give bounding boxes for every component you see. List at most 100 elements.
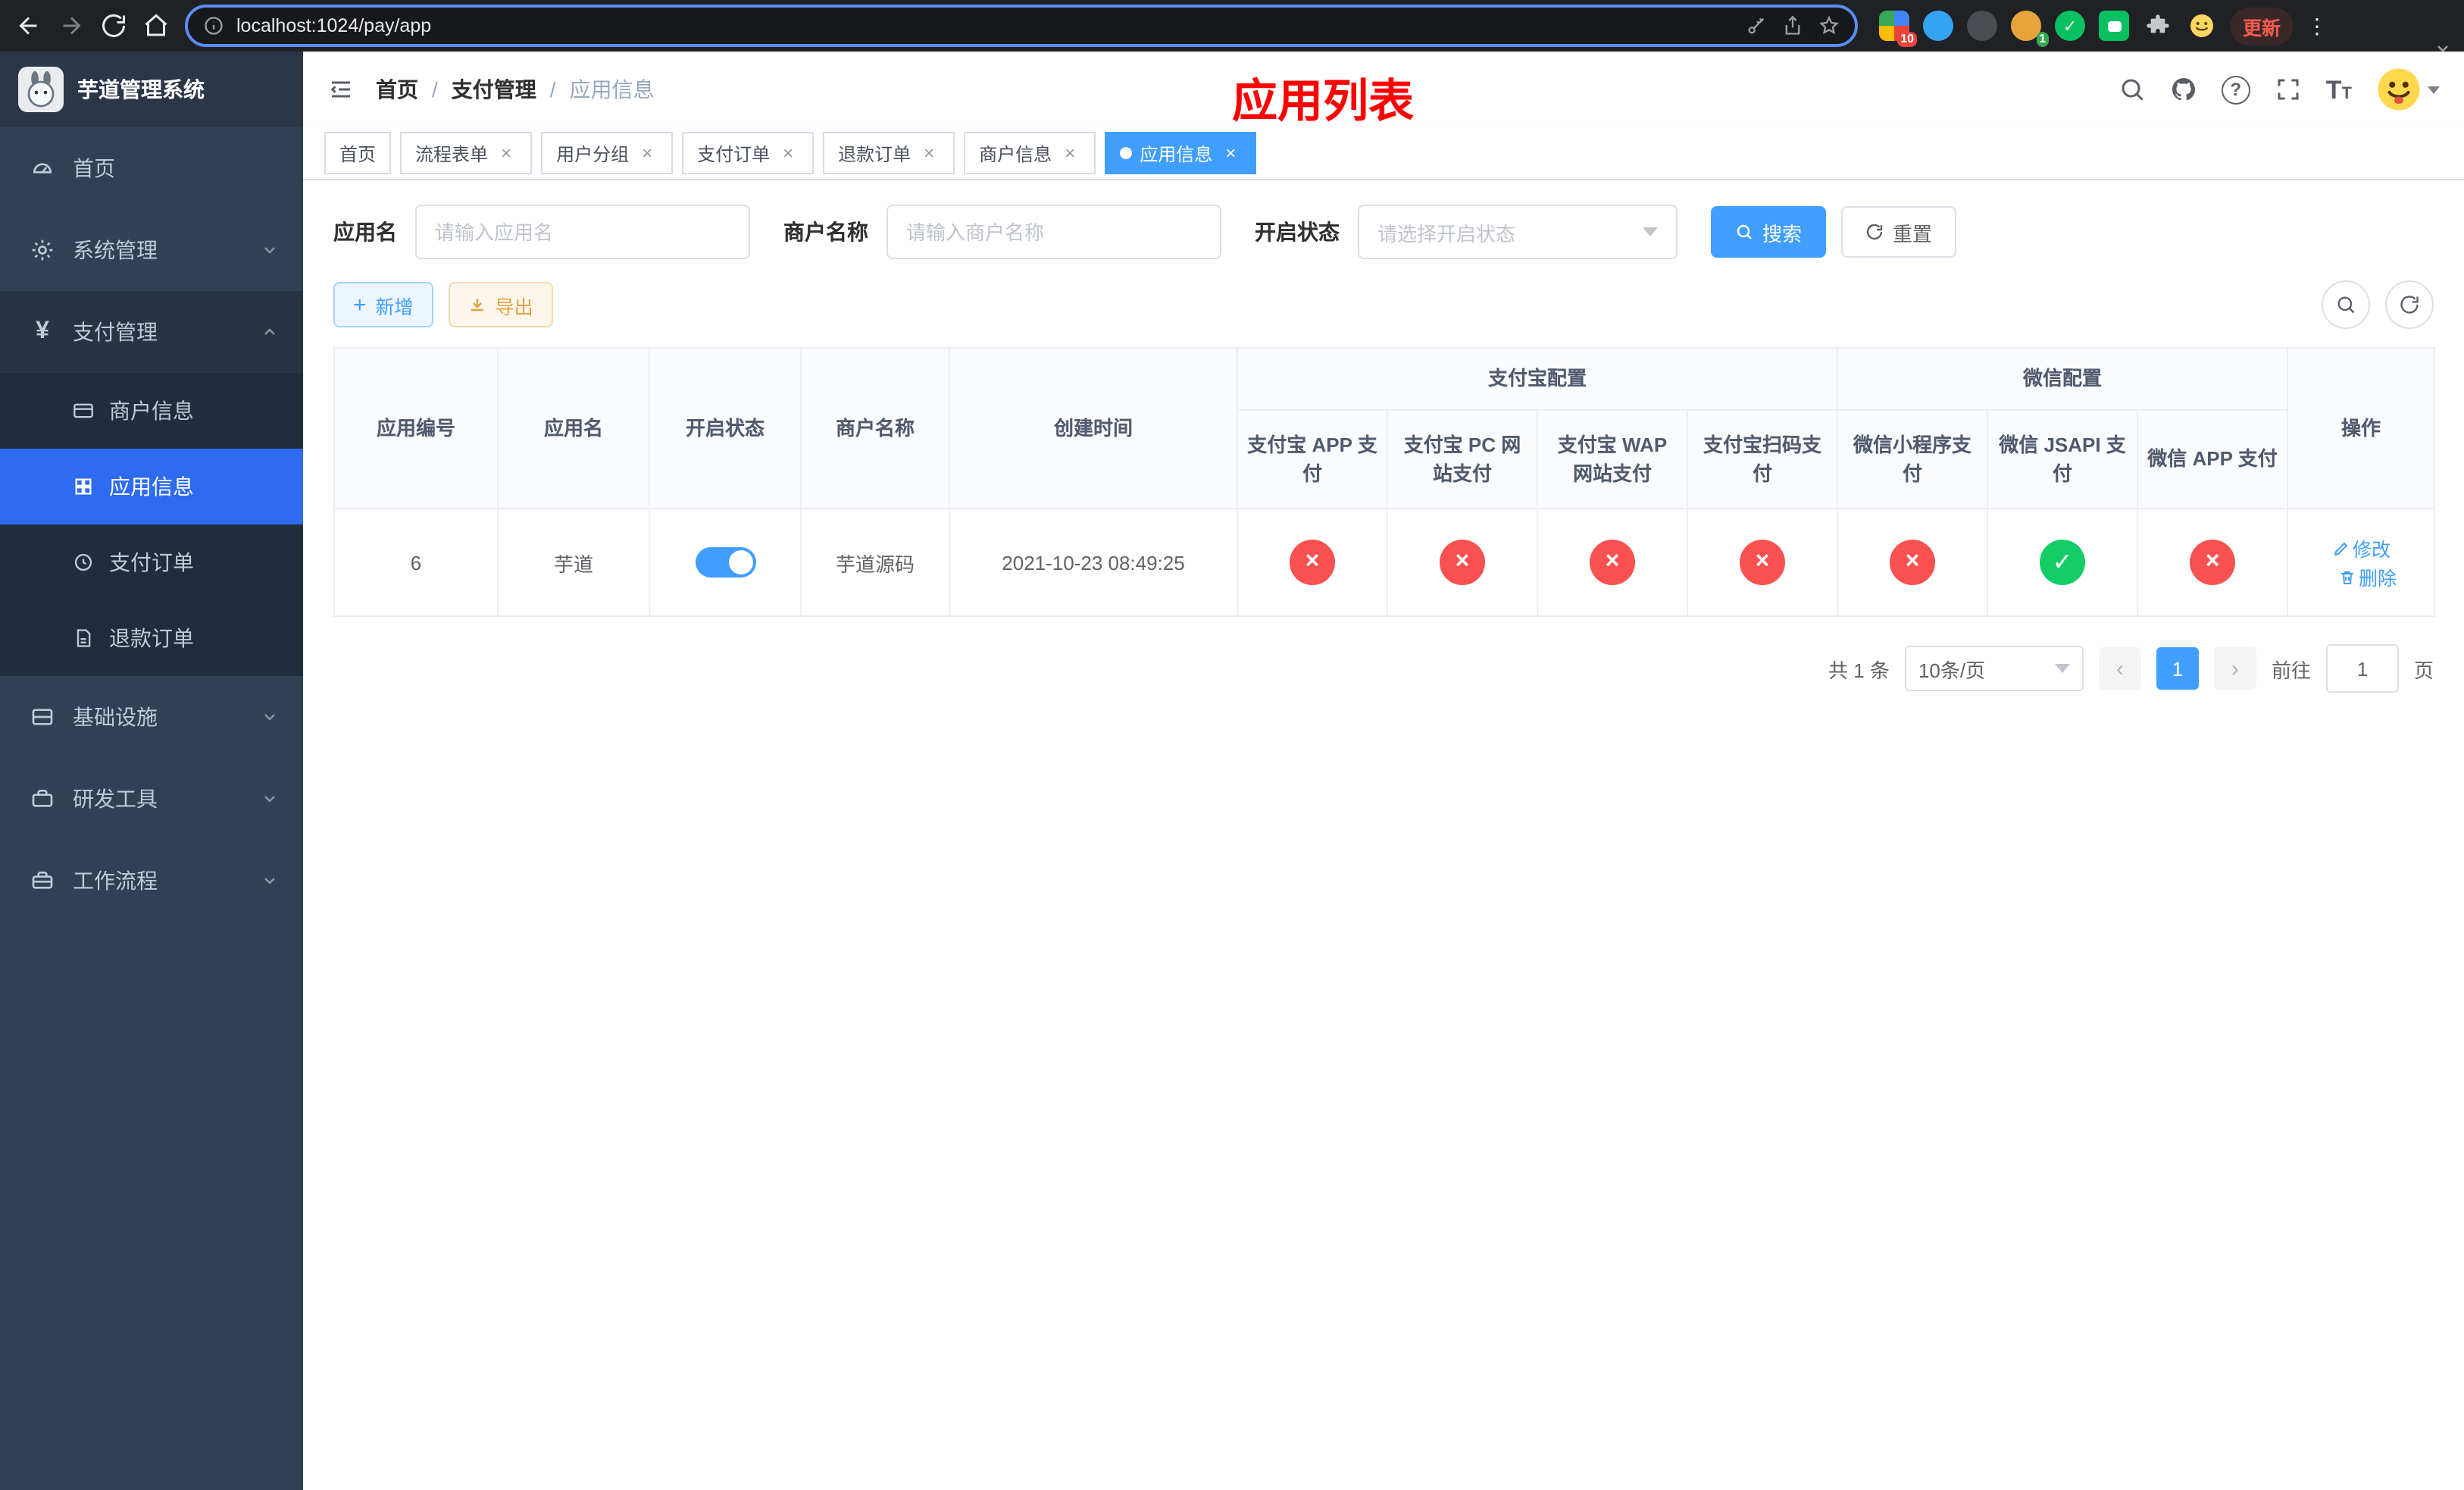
app-logo-header[interactable]: 芋道管理系统 (0, 52, 303, 127)
extension-drop-icon[interactable] (1923, 11, 1953, 41)
back-icon[interactable] (15, 12, 42, 39)
app-name-input[interactable] (415, 205, 750, 259)
delete-link[interactable]: 删除 (2337, 562, 2397, 591)
sidebar-item-infrastructure[interactable]: 基础设施 (0, 676, 303, 758)
extension-badge-green: 1 (2036, 32, 2049, 47)
col-header-created: 创建时间 (949, 347, 1238, 509)
fullscreen-icon[interactable] (2275, 76, 2302, 103)
sidebar-item-home[interactable]: 首页 (0, 127, 303, 209)
forward-icon[interactable] (58, 12, 85, 39)
status-cross-icon: × (1290, 540, 1335, 585)
close-tab-icon[interactable] (1220, 142, 1241, 164)
export-button[interactable]: 导出 (448, 282, 553, 327)
tab-refund-order[interactable]: 退款订单 (823, 132, 955, 174)
plus-icon (353, 293, 367, 316)
site-info-icon[interactable] (203, 15, 224, 36)
col-header-wechat-mini: 微信小程序支付 (1837, 409, 1989, 509)
font-size-icon[interactable] (2326, 77, 2352, 102)
tab-home[interactable]: 首页 (324, 132, 392, 174)
browser-menu-icon[interactable] (2306, 13, 2328, 39)
status-label: 开启状态 (1255, 220, 1340, 244)
tab-pay-order[interactable]: 支付订单 (682, 132, 815, 174)
sidebar-item-workflow[interactable]: 工作流程 (0, 840, 303, 922)
filter-form: 应用名 商户名称 开启状态 请选择开启状态 搜索 重置 (333, 205, 2434, 259)
share-icon[interactable] (1782, 15, 1803, 36)
home-icon[interactable] (142, 12, 170, 39)
reload-icon[interactable] (100, 12, 127, 39)
breadcrumb-payment[interactable]: 支付管理 (452, 74, 536, 105)
document-icon (73, 628, 94, 649)
sidebar-item-label: 支付订单 (109, 550, 194, 574)
tab-label: 流程表单 (415, 143, 489, 164)
close-tab-icon[interactable] (1059, 142, 1080, 164)
cell-wechat-jsapi: ✓ (1987, 508, 2139, 617)
search-button[interactable]: 搜索 (1711, 206, 1827, 258)
sidebar-item-system[interactable]: 系统管理 (0, 209, 303, 291)
puzzle-icon[interactable] (2143, 11, 2173, 41)
navbar-actions (2118, 67, 2440, 112)
status-cross-icon: × (1590, 540, 1635, 585)
export-button-label: 导出 (495, 296, 533, 318)
sidebar-item-app-info[interactable]: 应用信息 (0, 449, 303, 524)
next-page-button[interactable] (2213, 647, 2256, 690)
add-button-label: 新增 (375, 296, 414, 318)
tab-label: 支付订单 (697, 143, 771, 164)
password-key-icon[interactable] (1746, 15, 1767, 36)
prev-page-button[interactable] (2098, 647, 2141, 690)
help-icon[interactable] (2221, 75, 2250, 104)
browser-update-button[interactable]: 更新 (2231, 7, 2294, 45)
extensions-area: 10 1 更新 (1879, 7, 2328, 47)
close-tab-icon[interactable] (636, 142, 658, 164)
close-tab-icon[interactable] (918, 142, 940, 164)
tab-app-info[interactable]: 应用信息 (1105, 132, 1257, 174)
chevron-down-icon (261, 872, 279, 890)
url-text[interactable]: localhost:1024/pay/app (236, 15, 1734, 36)
extension-chat-icon[interactable] (2099, 11, 2129, 41)
extension-avatar-icon[interactable]: 1 (2011, 11, 2049, 47)
sidebar-item-payment[interactable]: ¥ 支付管理 (0, 291, 303, 373)
bookmark-star-icon[interactable] (1818, 15, 1840, 36)
add-button[interactable]: 新增 (333, 282, 433, 327)
enable-toggle[interactable] (695, 547, 755, 578)
yen-icon: ¥ (36, 318, 49, 344)
page-number-1[interactable]: 1 (2156, 647, 2199, 690)
sidebar-item-pay-order[interactable]: 支付订单 (0, 524, 303, 600)
app-name-label: 应用名 (333, 220, 397, 244)
page-content: 应用名 商户名称 开启状态 请选择开启状态 搜索 重置 (303, 180, 2464, 1490)
sidebar-item-merchant-info[interactable]: 商户信息 (0, 373, 303, 449)
page-size-select[interactable]: 10条/页 (1904, 646, 2084, 691)
gear-icon (30, 238, 55, 262)
extension-dark-icon[interactable] (1967, 11, 1997, 41)
github-icon[interactable] (2170, 76, 2197, 103)
extension-grid-icon[interactable]: 10 (1879, 11, 1917, 47)
tab-merchant-info[interactable]: 商户信息 (964, 132, 1096, 174)
edit-link[interactable]: 修改 (2331, 534, 2391, 562)
user-avatar[interactable] (2376, 67, 2440, 112)
close-tab-icon[interactable] (496, 142, 517, 164)
search-icon[interactable] (2118, 76, 2146, 103)
extension-check-icon[interactable] (2055, 11, 2085, 41)
tab-process-form[interactable]: 流程表单 (400, 132, 533, 174)
col-header-alipay-qr: 支付宝扫码支付 (1686, 409, 1839, 509)
main-area: 首页 / 支付管理 / 应用信息 应用列表 ? T T 首页 流程表单 × 用户… (303, 52, 2464, 1490)
col-header-alipay-wap: 支付宝 WAP 网站支付 (1537, 409, 1688, 509)
refresh-table-icon[interactable] (2385, 280, 2434, 329)
sidebar-item-refund-order[interactable]: 退款订单 (0, 600, 303, 676)
status-select[interactable]: 请选择开启状态 (1358, 205, 1678, 259)
pagination-total: 共 1 条 (1828, 659, 1890, 681)
close-tab-icon[interactable] (777, 142, 799, 164)
reset-button[interactable]: 重置 (1841, 206, 1957, 258)
breadcrumb-home[interactable]: 首页 (376, 74, 418, 105)
sidebar-item-dev-tools[interactable]: 研发工具 (0, 758, 303, 840)
app-table: 应用编号 应用名 开启状态 商户名称 创建时间 支付宝配置 微信配置 操作 支付… (333, 347, 2436, 617)
merchant-name-input[interactable] (886, 205, 1221, 259)
collapse-sidebar-icon[interactable] (327, 76, 355, 103)
group-header-alipay: 支付宝配置 (1236, 347, 1839, 411)
address-bar[interactable]: localhost:1024/pay/app (185, 5, 1858, 47)
tab-user-group[interactable]: 用户分组 (541, 132, 674, 174)
delete-link-label: 删除 (2359, 568, 2397, 590)
browser-profile-avatar[interactable] (2187, 11, 2217, 41)
toggle-search-icon[interactable] (2322, 280, 2370, 329)
breadcrumb-separator: / (432, 77, 438, 102)
goto-page-input[interactable] (2325, 644, 2399, 693)
